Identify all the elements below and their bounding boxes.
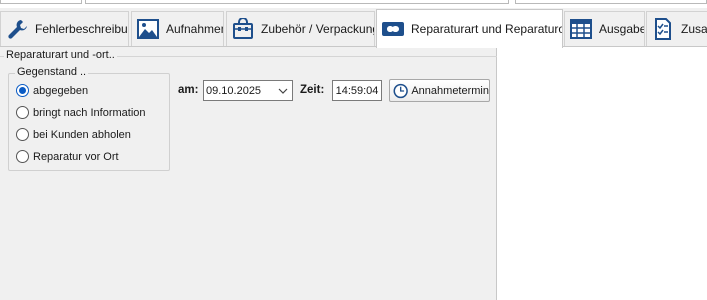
tab-reparaturart-und-reparaturort[interactable]: Reparaturart und Reparaturort — [376, 9, 563, 48]
repair-type-icon — [381, 17, 405, 41]
checklist-icon — [651, 17, 675, 41]
radio-label: abgegeben — [33, 84, 89, 97]
radio-label: Reparatur vor Ort — [33, 150, 119, 163]
date-picker[interactable]: 09.10.2025 — [203, 80, 293, 101]
time-value: 14:59:04 — [335, 84, 379, 97]
tab-zubehoer-verpackung[interactable]: Zubehör / Verpackung — [226, 11, 375, 46]
radio-bei-kunden-abholen[interactable]: bei Kunden abholen — [16, 128, 131, 141]
chevron-down-icon[interactable] — [278, 86, 288, 96]
tab-fehlerbeschreibung[interactable]: Fehlerbeschreibung — [0, 11, 129, 46]
tab-label: Reparaturart und Reparaturort — [411, 22, 563, 36]
group-title: Reparaturart und -ort.. — [4, 49, 117, 61]
tab-label: Ausgabe — [599, 22, 645, 36]
tab-zusatz[interactable]: Zusat — [646, 11, 707, 46]
appointment-button[interactable]: Annahmetermin — [389, 79, 490, 102]
time-field[interactable]: 14:59:04 — [332, 80, 382, 101]
wrench-icon — [5, 17, 29, 41]
subgroup-title: Gegenstand .. — [15, 66, 89, 78]
tab-aufnahmen[interactable]: Aufnahmen — [131, 11, 224, 46]
clock-icon — [393, 83, 408, 98]
radio-abgegeben[interactable]: abgegeben — [16, 84, 88, 97]
appointment-button-label: Annahmetermin — [411, 84, 489, 97]
radio-reparatur-vor-ort[interactable]: Reparatur vor Ort — [16, 150, 119, 163]
empty-area — [497, 47, 707, 300]
radio-indicator[interactable] — [16, 150, 29, 163]
date-value: 09.10.2025 — [206, 84, 262, 97]
tab-label: Zubehör / Verpackung — [261, 22, 375, 36]
tab-label: Zusat — [681, 22, 707, 36]
tab-ausgabe[interactable]: Ausgabe — [564, 11, 645, 46]
top-field-left — [0, 0, 82, 4]
radio-label: bei Kunden abholen — [33, 128, 131, 141]
tab-label: Fehlerbeschreibung — [35, 22, 128, 36]
time-label: Zeit: — [300, 84, 325, 96]
table-icon — [569, 17, 593, 41]
bag-icon — [231, 17, 255, 41]
tab-label: Aufnahmen — [166, 22, 224, 36]
top-field-right — [515, 0, 707, 4]
top-field-middle — [85, 0, 509, 4]
radio-bringt-nach-information[interactable]: bringt nach Information — [16, 106, 146, 119]
radio-indicator[interactable] — [16, 128, 29, 141]
tab-bar: Fehlerbeschreibung Aufnahmen Zubehör / V… — [0, 8, 707, 48]
radio-indicator[interactable] — [16, 84, 29, 97]
image-icon — [136, 17, 160, 41]
radio-label: bringt nach Information — [33, 106, 146, 119]
radio-indicator[interactable] — [16, 106, 29, 119]
date-label: am: — [178, 84, 199, 96]
